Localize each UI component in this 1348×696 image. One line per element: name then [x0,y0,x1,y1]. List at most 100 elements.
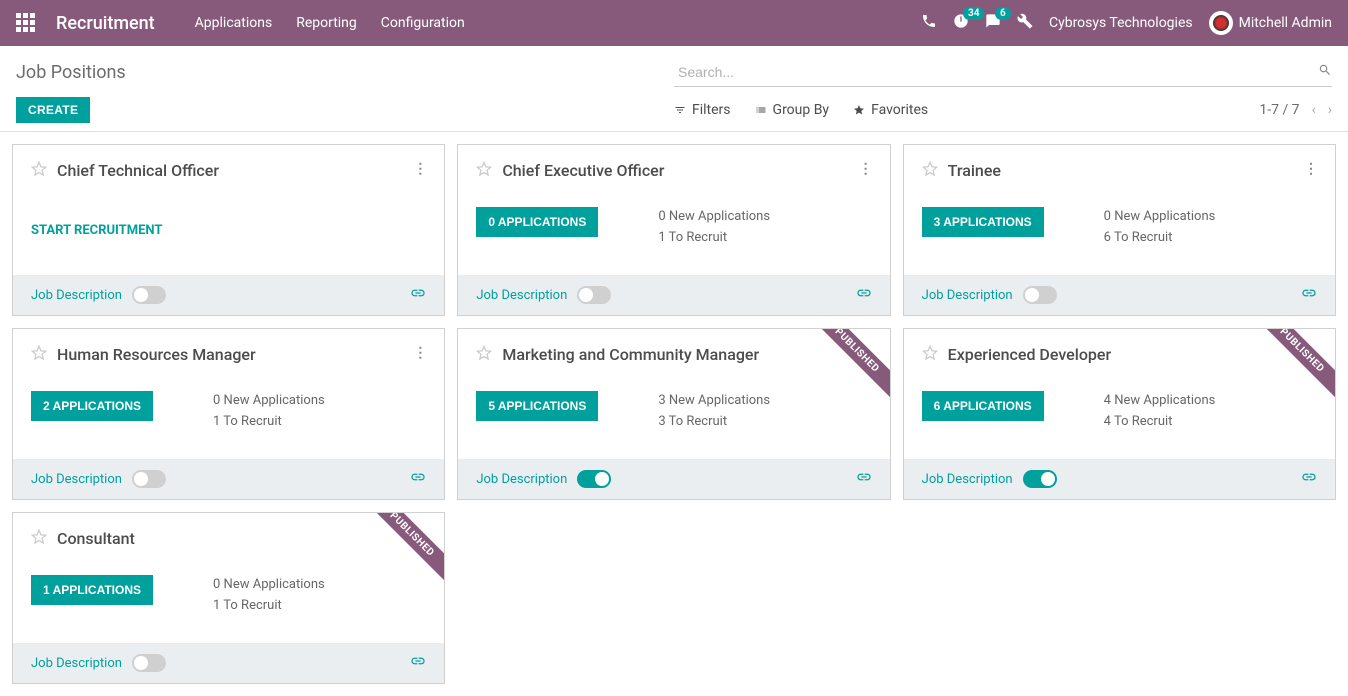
pager-text: 1-7 / 7 [1259,102,1299,118]
job-title: Consultant [57,529,413,548]
new-applications: 0 New Applications [213,391,325,412]
job-title: Trainee [948,161,1304,180]
job-card[interactable]: Human Resources Manager ⋮ 2 APPLICATIONS… [12,328,445,500]
to-recruit: 6 To Recruit [1104,228,1216,249]
activity-icon[interactable]: 34 [953,13,969,33]
job-description-label: Job Description [31,288,122,303]
job-description-label: Job Description [31,656,122,671]
control-panel: Job Positions CREATE Filters Group By Fa… [0,46,1348,132]
favorite-star-icon[interactable] [31,529,47,549]
messages-icon[interactable]: 6 [985,13,1001,33]
stats: 4 New Applications 4 To Recruit [1104,391,1216,433]
nav-right: 34 6 Cybrosys Technologies Mitchell Admi… [921,11,1332,35]
nav-applications[interactable]: Applications [195,15,273,31]
user-name: Mitchell Admin [1239,15,1332,31]
link-icon[interactable] [410,285,426,305]
to-recruit: 1 To Recruit [213,412,325,433]
stats: 0 New Applications 6 To Recruit [1104,207,1216,249]
applications-button[interactable]: 1 APPLICATIONS [31,575,153,605]
favorite-star-icon[interactable] [476,345,492,365]
pager-prev[interactable]: ‹ [1312,102,1316,118]
link-icon[interactable] [856,285,872,305]
star-icon [853,104,865,116]
favorite-star-icon[interactable] [922,161,938,181]
job-description-label: Job Description [476,288,567,303]
to-recruit: 1 To Recruit [658,228,770,249]
job-description-toggle[interactable] [132,654,166,672]
favorite-star-icon[interactable] [922,345,938,365]
start-recruitment-button[interactable]: START RECRUITMENT [31,223,162,238]
nav-configuration[interactable]: Configuration [381,15,465,31]
to-recruit: 4 To Recruit [1104,412,1216,433]
job-description-toggle[interactable] [577,286,611,304]
applications-button[interactable]: 0 APPLICATIONS [476,207,598,237]
link-icon[interactable] [1301,469,1317,489]
pager-next[interactable]: › [1328,102,1332,118]
card-menu-icon[interactable]: ⋮ [859,161,872,177]
new-applications: 0 New Applications [1104,207,1216,228]
job-description-label: Job Description [922,288,1013,303]
breadcrumb: Job Positions [16,62,126,83]
create-button[interactable]: CREATE [16,97,90,123]
apps-icon[interactable] [16,13,36,33]
search-icon[interactable] [1318,63,1332,81]
user-menu[interactable]: Mitchell Admin [1209,11,1332,35]
stats: 0 New Applications 1 To Recruit [213,391,325,433]
job-description-toggle[interactable] [132,470,166,488]
job-description-label: Job Description [922,472,1013,487]
job-title: Human Resources Manager [57,345,413,364]
job-title: Chief Technical Officer [57,161,413,180]
job-description-toggle[interactable] [132,286,166,304]
link-icon[interactable] [856,469,872,489]
job-title: Experienced Developer [948,345,1304,364]
new-applications: 3 New Applications [658,391,770,412]
job-title: Chief Executive Officer [502,161,858,180]
job-card[interactable]: PUBLISHED Marketing and Community Manage… [457,328,890,500]
settings-icon[interactable] [1017,13,1033,33]
activity-badge: 34 [963,7,984,20]
link-icon[interactable] [410,653,426,673]
phone-icon[interactable] [921,13,937,33]
applications-button[interactable]: 3 APPLICATIONS [922,207,1044,237]
stats: 3 New Applications 3 To Recruit [658,391,770,433]
favorite-star-icon[interactable] [31,345,47,365]
favorites-button[interactable]: Favorites [853,102,928,118]
job-card[interactable]: Chief Technical Officer ⋮ START RECRUITM… [12,144,445,316]
company-name[interactable]: Cybrosys Technologies [1049,15,1193,31]
job-description-toggle[interactable] [1023,470,1057,488]
job-description-toggle[interactable] [577,470,611,488]
link-icon[interactable] [1301,285,1317,305]
filters-button[interactable]: Filters [674,102,731,118]
new-applications: 0 New Applications [213,575,325,596]
groupby-button[interactable]: Group By [755,102,830,118]
pager: 1-7 / 7 ‹ › [1259,102,1332,118]
new-applications: 4 New Applications [1104,391,1216,412]
job-card[interactable]: PUBLISHED Consultant ⋮ 1 APPLICATIONS 0 … [12,512,445,684]
card-menu-icon[interactable]: ⋮ [413,161,426,177]
job-description-toggle[interactable] [1023,286,1057,304]
job-description-label: Job Description [31,472,122,487]
filter-icon [674,104,686,116]
kanban-view: Chief Technical Officer ⋮ START RECRUITM… [0,132,1348,696]
card-menu-icon[interactable]: ⋮ [413,345,426,361]
to-recruit: 3 To Recruit [658,412,770,433]
list-icon [755,104,767,116]
job-card[interactable]: Trainee ⋮ 3 APPLICATIONS 0 New Applicati… [903,144,1336,316]
job-card[interactable]: Chief Executive Officer ⋮ 0 APPLICATIONS… [457,144,890,316]
favorite-star-icon[interactable] [31,161,47,181]
applications-button[interactable]: 5 APPLICATIONS [476,391,598,421]
nav-reporting[interactable]: Reporting [296,15,357,31]
brand[interactable]: Recruitment [56,13,155,34]
card-menu-icon[interactable]: ⋮ [1304,161,1317,177]
job-card[interactable]: PUBLISHED Experienced Developer ⋮ 6 APPL… [903,328,1336,500]
search-input[interactable] [674,58,1318,86]
link-icon[interactable] [410,469,426,489]
job-description-label: Job Description [476,472,567,487]
avatar [1209,11,1233,35]
favorite-star-icon[interactable] [476,161,492,181]
search-wrap [674,58,1332,87]
applications-button[interactable]: 6 APPLICATIONS [922,391,1044,421]
stats: 0 New Applications 1 To Recruit [658,207,770,249]
job-title: Marketing and Community Manager [502,345,858,364]
applications-button[interactable]: 2 APPLICATIONS [31,391,153,421]
